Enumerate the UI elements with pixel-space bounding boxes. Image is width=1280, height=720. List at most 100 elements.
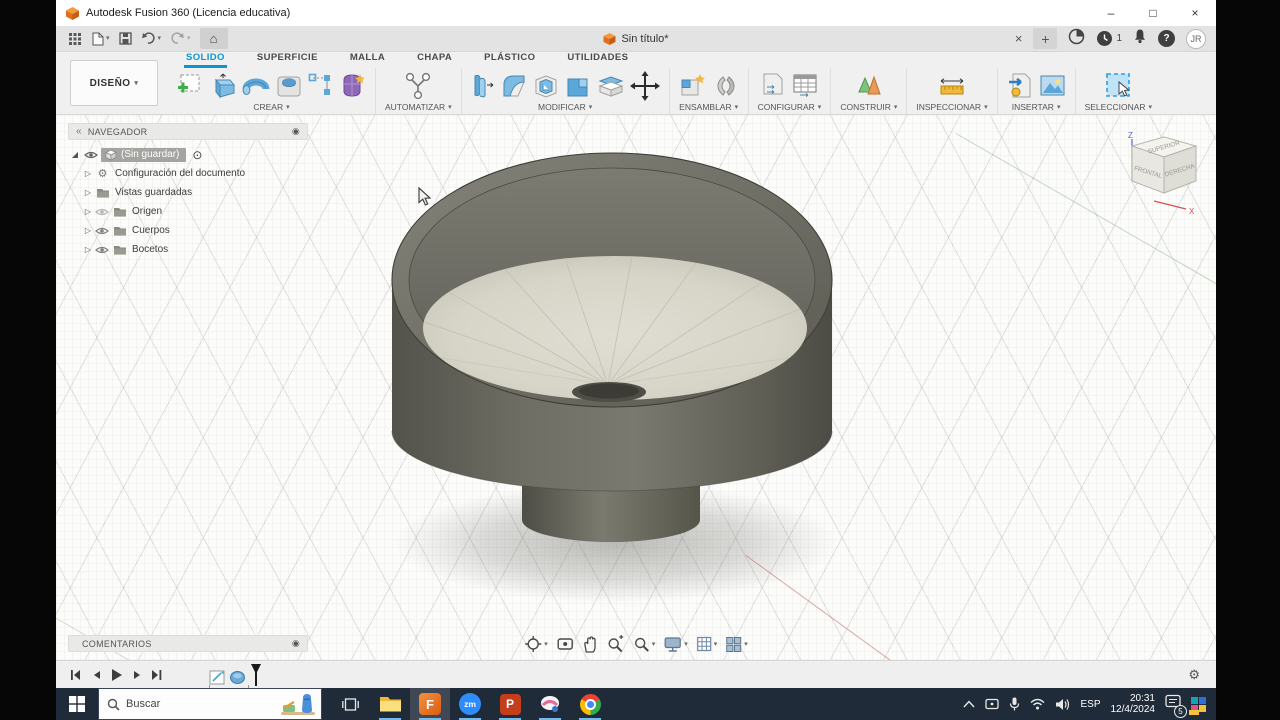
visibility-eye-icon[interactable] (95, 207, 109, 217)
panel-pin-icon[interactable]: ◉ (292, 126, 300, 137)
file-menu-button[interactable]: ▾ (91, 32, 110, 46)
look-at-button[interactable] (556, 636, 574, 652)
chrome-button[interactable] (570, 688, 610, 720)
job-status-button[interactable]: 1 (1096, 30, 1122, 47)
tree-row-saved-views[interactable]: ▷ Vistas guardadas (68, 183, 308, 202)
group-label-construir[interactable]: CONSTRUIR ▾ (840, 102, 897, 112)
document-tab[interactable]: Sin título* (589, 26, 682, 52)
language-indicator[interactable]: ESP (1080, 699, 1100, 710)
configuration-button[interactable] (760, 72, 786, 99)
insert-image-button[interactable] (1039, 73, 1066, 98)
notifications-button[interactable] (1133, 28, 1147, 49)
timeline-marker[interactable] (250, 663, 262, 686)
extrude-button[interactable] (210, 72, 236, 99)
combine-button[interactable] (565, 73, 591, 99)
offset-face-button[interactable] (597, 73, 624, 99)
new-component-button[interactable] (679, 72, 707, 99)
expander-open-icon[interactable]: ◢ (68, 150, 82, 159)
powerpoint-button[interactable]: P (490, 688, 530, 720)
collapse-panel-icon[interactable]: « (76, 126, 82, 137)
group-label-ensamblar[interactable]: ENSAMBLAR ▾ (679, 102, 738, 112)
tree-row-origen[interactable]: ▷ Origen (68, 202, 308, 221)
expander-icon[interactable]: ▷ (81, 226, 95, 235)
timeline-revolve-feature[interactable] (229, 669, 246, 686)
sketch-dimension-button[interactable] (308, 73, 332, 99)
close-tab-button[interactable]: × (1015, 31, 1023, 46)
expander-icon[interactable]: ▷ (81, 245, 95, 254)
visibility-eye-icon[interactable] (95, 226, 109, 236)
root-component-chip[interactable]: (Sin guardar) (101, 147, 187, 162)
automate-button[interactable] (403, 72, 433, 100)
undo-button[interactable]: ▾ (141, 32, 161, 45)
file-explorer-button[interactable] (370, 688, 410, 720)
pan-button[interactable] (582, 635, 598, 653)
zoom-app-button[interactable]: zm (450, 688, 490, 720)
panel-pin-icon[interactable]: ◉ (292, 638, 300, 649)
tree-row-bocetos[interactable]: ▷ Bocetos (68, 240, 308, 259)
user-avatar[interactable]: JR (1186, 28, 1206, 49)
tab-chapa[interactable]: CHAPA (415, 52, 454, 68)
workspace-selector[interactable]: DISEÑO ▾ (70, 60, 158, 106)
taskbar-search-input[interactable]: Buscar (98, 688, 322, 720)
viewcube[interactable]: Z X SUPERIOR FRONTAL DERECHA (1120, 129, 1206, 228)
tab-plastico[interactable]: PLÁSTICO (482, 52, 537, 68)
tree-root-row[interactable]: ◢ (Sin guardar) ⊙ (68, 145, 308, 164)
navigator-header[interactable]: « NAVEGADOR ◉ (68, 123, 308, 140)
home-view-button[interactable]: ⌂ (199, 28, 228, 49)
orbit-button[interactable]: ▾ (524, 635, 548, 653)
configuration-table-button[interactable] (792, 72, 819, 99)
construct-plane-button[interactable] (856, 72, 882, 99)
expander-icon[interactable]: ▷ (81, 169, 95, 178)
display-settings-button[interactable]: ▾ (663, 636, 688, 653)
group-label-inspeccionar[interactable]: INSPECCIONAR ▾ (916, 102, 987, 112)
fusion360-taskbar-button[interactable]: F (410, 688, 450, 720)
comments-header[interactable]: COMENTARIOS ◉ (68, 635, 308, 652)
move-copy-button[interactable] (629, 70, 660, 101)
visibility-eye-icon[interactable] (95, 245, 109, 255)
timeline-sketch-feature[interactable] (209, 669, 226, 686)
extensions-button[interactable] (1068, 28, 1085, 50)
tab-superficie[interactable]: SUPERFICIE (255, 52, 320, 68)
new-tab-button[interactable]: + (1033, 28, 1058, 49)
maximize-button[interactable]: □ (1132, 0, 1174, 26)
insert-derive-button[interactable] (1007, 72, 1033, 99)
start-button[interactable] (56, 688, 98, 720)
joint-button[interactable] (713, 73, 739, 99)
help-button[interactable]: ? (1158, 30, 1175, 47)
tab-solido[interactable]: SOLIDO (184, 52, 227, 68)
group-label-seleccionar[interactable]: SELECCIONAR ▾ (1085, 102, 1152, 112)
group-label-modificar[interactable]: MODIFICAR ▾ (538, 102, 592, 112)
press-pull-button[interactable] (471, 72, 495, 99)
save-button[interactable] (118, 32, 132, 45)
paint-app-button[interactable] (530, 688, 570, 720)
office-app-icon[interactable] (1189, 696, 1206, 715)
expander-icon[interactable]: ▷ (81, 207, 95, 216)
step-back-button[interactable] (91, 669, 101, 681)
viewports-button[interactable]: ▾ (725, 636, 748, 653)
create-sketch-button[interactable] (177, 72, 204, 99)
taskbar-clock[interactable]: 20:31 12/4/2024 (1111, 693, 1156, 715)
group-label-automatizar[interactable]: AUTOMATIZAR ▾ (385, 102, 452, 112)
tab-utilidades[interactable]: UTILIDADES (565, 52, 630, 68)
visibility-eye-icon[interactable] (84, 150, 98, 160)
create-form-button[interactable] (338, 72, 366, 99)
microphone-icon[interactable] (1009, 697, 1020, 711)
tree-row-doc-settings[interactable]: ▷ ⚙ Configuración del documento (68, 164, 308, 183)
notification-center-button[interactable]: 5 (1165, 694, 1187, 718)
play-button[interactable] (110, 668, 123, 682)
minimize-button[interactable]: – (1090, 0, 1132, 26)
measure-button[interactable] (937, 73, 967, 99)
app-menu-button[interactable] (68, 32, 82, 46)
fit-button[interactable]: ▾ (632, 635, 655, 653)
tab-malla[interactable]: MALLA (348, 52, 387, 68)
zoom-button[interactable] (606, 635, 624, 653)
skip-to-end-button[interactable] (151, 669, 163, 681)
expander-icon[interactable]: ▷ (81, 188, 95, 197)
step-forward-button[interactable] (132, 669, 142, 681)
group-label-configurar[interactable]: CONFIGURAR ▾ (758, 102, 822, 112)
skip-to-start-button[interactable] (70, 669, 82, 681)
select-button[interactable] (1105, 72, 1132, 99)
group-label-insertar[interactable]: INSERTAR ▾ (1012, 102, 1061, 112)
task-view-button[interactable] (330, 688, 370, 720)
activate-component-radio[interactable]: ⊙ (192, 148, 202, 162)
